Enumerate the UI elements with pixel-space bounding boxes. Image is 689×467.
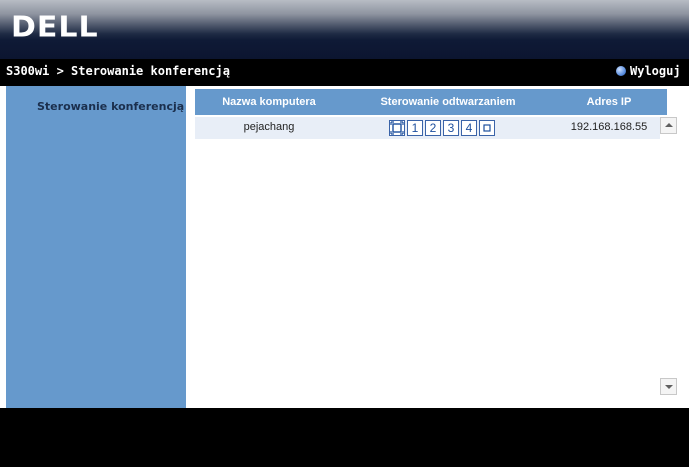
scroll-down-button[interactable] <box>660 378 677 395</box>
column-header-playback-control: Sterowanie odtwarzaniem <box>380 96 516 108</box>
split-screen-4-button[interactable]: 4 <box>461 120 477 136</box>
vertical-scrollbar[interactable] <box>660 117 677 395</box>
table-header: Nazwa komputera Sterowanie odtwarzaniem … <box>195 89 667 115</box>
page-footer <box>0 408 689 467</box>
sidebar: Sterowanie konferencją <box>6 86 186 408</box>
playback-controls: 1 2 3 4 <box>389 120 509 136</box>
stop-button[interactable] <box>479 120 495 136</box>
dell-header-banner: DELL <box>0 0 689 59</box>
column-header-ip-address: Adres IP <box>586 96 632 108</box>
scroll-down-arrow-icon <box>665 385 673 389</box>
stop-icon <box>483 124 491 132</box>
computer-name-cell: pejachang <box>243 121 295 133</box>
logout-link[interactable]: Wyloguj <box>616 64 681 78</box>
table-row: pejachang 1 2 3 4 192.168.168.55 <box>195 117 660 139</box>
sidebar-item-conference-control[interactable]: Sterowanie konferencją <box>37 100 184 113</box>
breadcrumb: S300wi > Sterowanie konferencją <box>6 64 230 78</box>
split-screen-2-button[interactable]: 2 <box>425 120 441 136</box>
logout-label: Wyloguj <box>630 64 681 78</box>
fullscreen-icon <box>390 121 404 135</box>
column-header-computer-name: Nazwa komputera <box>222 96 316 108</box>
scroll-up-arrow-icon <box>665 123 673 127</box>
split-screen-3-button[interactable]: 3 <box>443 120 459 136</box>
logout-globe-icon <box>616 66 626 76</box>
conference-control-panel: Nazwa komputera Sterowanie odtwarzaniem … <box>186 86 689 408</box>
split-screen-1-button[interactable]: 1 <box>407 120 423 136</box>
ip-address-cell: 192.168.168.55 <box>570 121 648 133</box>
scroll-up-button[interactable] <box>660 117 677 134</box>
fullscreen-button[interactable] <box>389 120 405 136</box>
top-navigation-bar: S300wi > Sterowanie konferencją Wyloguj <box>0 59 689 86</box>
dell-logo: DELL <box>11 10 99 45</box>
